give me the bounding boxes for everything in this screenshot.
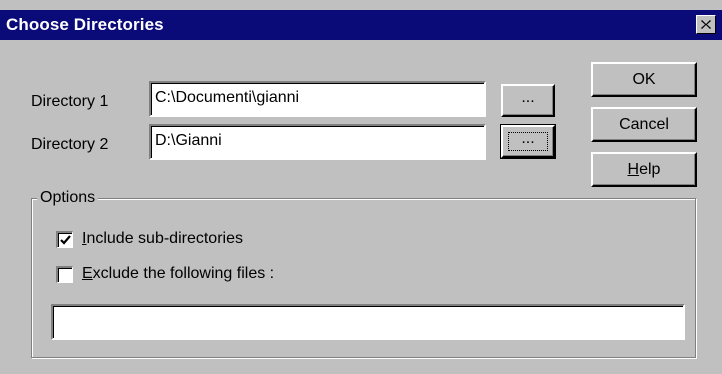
title-bar[interactable]: Choose Directories — [0, 10, 722, 40]
directory-1-browse-button[interactable]: ... — [501, 84, 555, 117]
options-title: Options — [37, 189, 99, 207]
ok-button[interactable]: OK — [591, 62, 697, 97]
cancel-label: Cancel — [619, 115, 669, 133]
choose-directories-dialog: Choose Directories Directory 1 C:\Docume… — [0, 0, 722, 374]
help-mnemonic: H — [627, 160, 640, 178]
cancel-button[interactable]: Cancel — [591, 107, 697, 142]
directory-2-browse-button[interactable]: ... — [500, 124, 556, 159]
ok-label: OK — [632, 70, 656, 88]
close-icon — [701, 20, 711, 29]
directory-1-field[interactable]: C:\Documenti\gianni — [149, 81, 486, 117]
exclude-files-label[interactable]: Exclude the following files : — [82, 265, 274, 283]
exclude-files-checkbox[interactable] — [56, 266, 73, 283]
exclude-files-input[interactable] — [51, 304, 685, 340]
exclude-label-rest: xclude the following files : — [92, 265, 275, 282]
help-label: Help — [628, 161, 661, 179]
checkmark-icon — [59, 234, 71, 246]
window-title: Choose Directories — [6, 15, 164, 34]
exclude-mnemonic: E — [82, 265, 93, 282]
close-button[interactable] — [696, 15, 716, 34]
browse-label: ... — [521, 88, 535, 106]
help-label-rest: elp — [639, 160, 661, 178]
include-subdirectories-checkbox[interactable] — [56, 231, 73, 248]
directory-2-label: Directory 2 — [31, 136, 109, 153]
directory-2-field[interactable]: D:\Gianni — [149, 124, 486, 160]
help-button[interactable]: Help — [591, 152, 697, 187]
include-label-rest: nclude sub-directories — [86, 230, 243, 247]
include-subdirectories-label[interactable]: Include sub-directories — [82, 230, 243, 248]
browse-label: ... — [521, 129, 535, 147]
directory-1-label: Directory 1 — [31, 93, 109, 110]
